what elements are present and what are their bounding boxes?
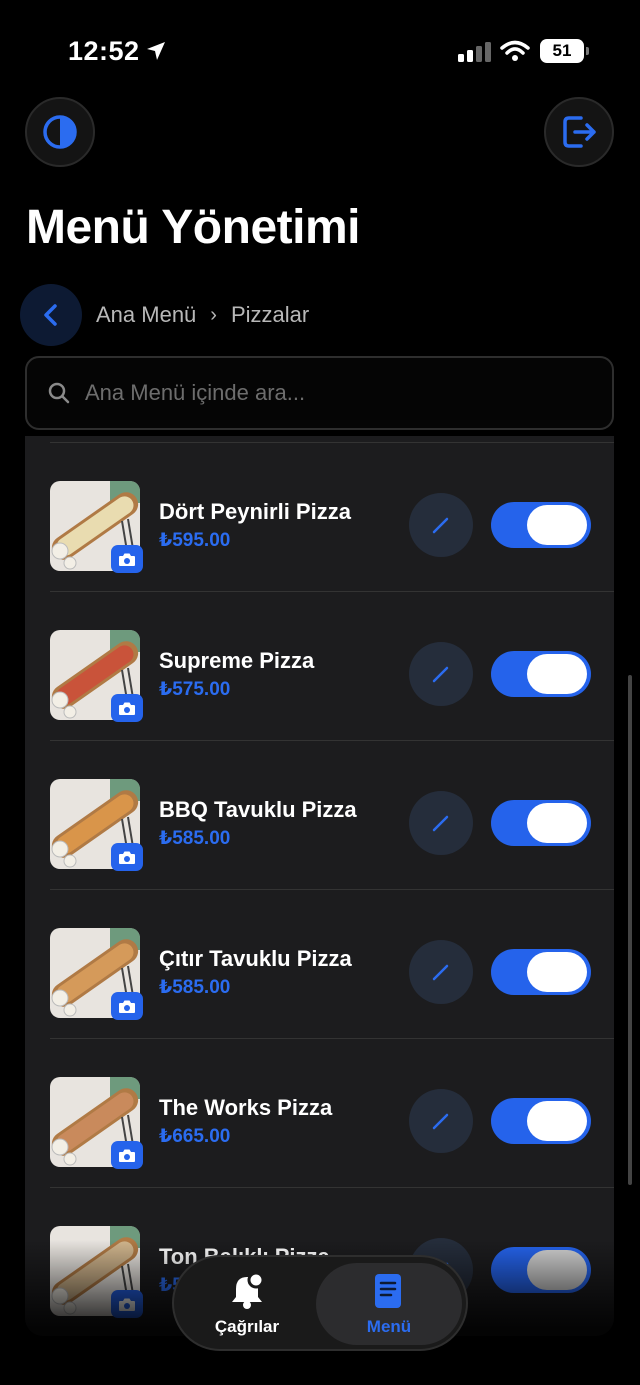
camera-button[interactable]: [111, 694, 143, 722]
tab-calls[interactable]: Çağrılar: [180, 1263, 314, 1345]
toggle-knob: [527, 952, 587, 992]
pencil-icon: [432, 1113, 449, 1130]
menu-item-row[interactable]: Supreme Pizza ₺575.00: [25, 592, 614, 741]
status-time: 12:52: [68, 36, 140, 66]
battery-indicator: 51: [540, 39, 589, 63]
camera-icon: [119, 702, 135, 715]
search-input[interactable]: [85, 380, 565, 406]
item-price: ₺665.00: [159, 1126, 231, 1147]
item-name: Çıtır Tavuklu Pizza: [159, 946, 352, 971]
edit-button[interactable]: [409, 493, 473, 557]
theme-toggle-button[interactable]: [25, 97, 95, 167]
edit-button[interactable]: [409, 1089, 473, 1153]
pencil-icon: [432, 517, 449, 534]
tab-menu-label: Menü: [366, 1317, 412, 1336]
menu-item-list: Dört Peynirli Pizza ₺595.00 Supreme Pizz…: [25, 436, 614, 1336]
toggle-knob: [527, 505, 587, 545]
edit-button[interactable]: [409, 940, 473, 1004]
availability-toggle[interactable]: [491, 651, 591, 697]
app-screen: 12:52 51 Menü Yönetimi Ana Menü › Pizzal…: [0, 0, 640, 1385]
chevron-left-icon: [44, 304, 57, 326]
menu-item-row[interactable]: The Works Pizza ₺665.00: [25, 1039, 614, 1188]
camera-icon: [119, 1000, 135, 1013]
camera-icon: [119, 851, 135, 864]
edit-button[interactable]: [409, 642, 473, 706]
scrollbar[interactable]: [628, 675, 632, 1185]
tab-calls-label: Çağrılar: [214, 1317, 280, 1336]
availability-toggle[interactable]: [491, 502, 591, 548]
menu-item-row[interactable]: BBQ Tavuklu Pizza ₺585.00: [25, 741, 614, 890]
availability-toggle[interactable]: [491, 949, 591, 995]
item-price: ₺585.00: [159, 828, 231, 849]
edit-button[interactable]: [409, 791, 473, 855]
back-button[interactable]: [20, 284, 82, 346]
cellular-signal-icon: [458, 42, 492, 67]
breadcrumb-current: Pizzalar: [230, 302, 310, 327]
camera-button[interactable]: [111, 992, 143, 1020]
item-name: Supreme Pizza: [159, 648, 315, 673]
bell-icon: [232, 1271, 265, 1309]
pencil-icon: [432, 964, 449, 981]
toggle-knob: [527, 803, 587, 843]
item-price: ₺595.00: [159, 530, 231, 551]
camera-button[interactable]: [111, 1141, 143, 1169]
menu-item-row[interactable]: Dört Peynirli Pizza ₺595.00: [25, 443, 614, 592]
search-box[interactable]: [25, 356, 614, 430]
page-title: Menü Yönetimi: [26, 201, 360, 254]
toggle-knob: [527, 654, 587, 694]
toggle-knob: [527, 1101, 587, 1141]
camera-icon: [119, 1149, 135, 1162]
item-price: ₺585.00: [159, 977, 231, 998]
search-icon: [48, 382, 70, 404]
camera-button[interactable]: [111, 545, 143, 573]
item-name: Dört Peynirli Pizza: [159, 499, 351, 524]
pencil-icon: [432, 666, 449, 683]
breadcrumb-separator: ›: [210, 303, 217, 326]
status-bar: 12:52 51: [0, 0, 640, 100]
item-price: ₺575.00: [159, 679, 231, 700]
item-name: The Works Pizza: [159, 1095, 333, 1120]
location-arrow-icon: [145, 40, 167, 67]
menu-item-row[interactable]: Çıtır Tavuklu Pizza ₺585.00: [25, 890, 614, 1039]
availability-toggle[interactable]: [491, 800, 591, 846]
menu-book-icon: [375, 1274, 401, 1308]
logout-button[interactable]: [544, 97, 614, 167]
contrast-icon: [43, 115, 77, 149]
pencil-icon: [432, 815, 449, 832]
logout-icon: [563, 116, 596, 148]
camera-button[interactable]: [111, 843, 143, 871]
camera-icon: [119, 553, 135, 566]
breadcrumb: Ana Menü › Pizzalar: [96, 302, 309, 328]
item-name: BBQ Tavuklu Pizza: [159, 797, 357, 822]
tab-bar: Çağrılar Menü: [172, 1255, 468, 1351]
availability-toggle[interactable]: [491, 1098, 591, 1144]
tab-menu[interactable]: Menü: [316, 1263, 462, 1345]
wifi-icon: [500, 40, 530, 67]
breadcrumb-root[interactable]: Ana Menü: [96, 302, 196, 328]
